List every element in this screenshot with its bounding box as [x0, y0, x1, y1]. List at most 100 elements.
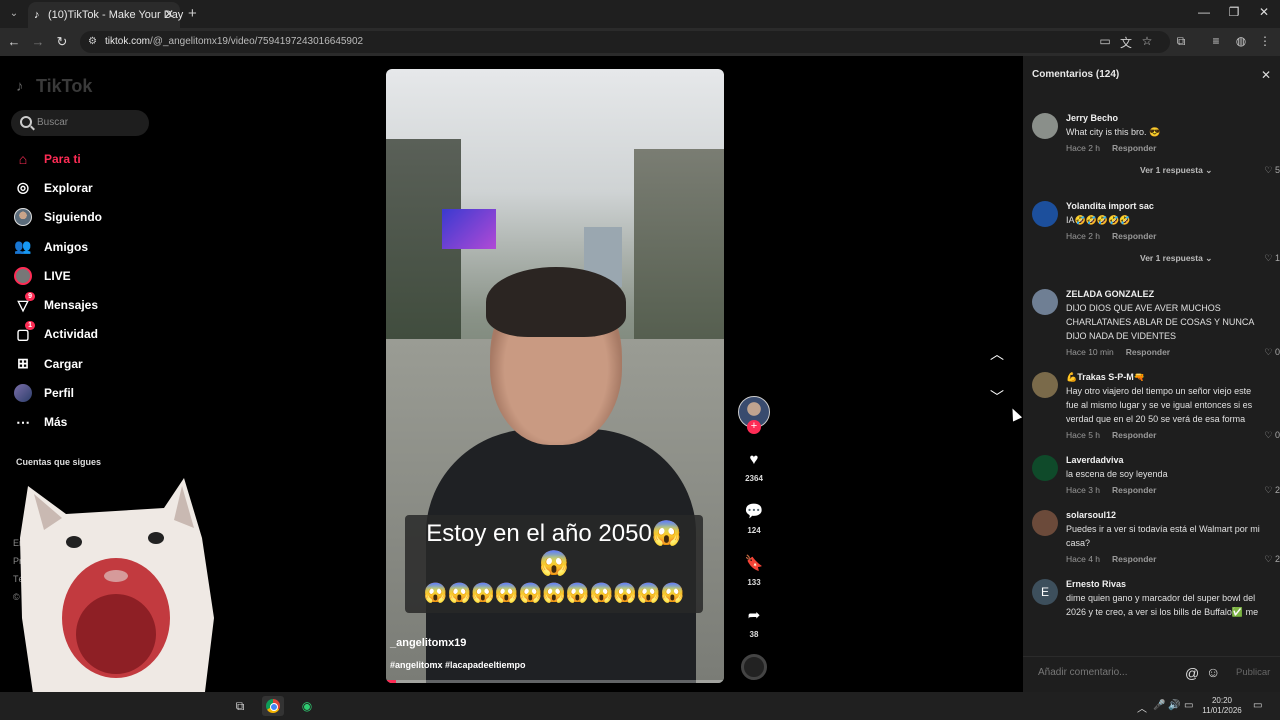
reply-button[interactable]: Responder: [1112, 484, 1156, 496]
commenter-name[interactable]: Laverdadviva: [1066, 454, 1272, 467]
previous-video-chevron-up-icon[interactable]: ︿: [986, 343, 1008, 365]
music-disc-icon[interactable]: [741, 654, 767, 680]
close-window-icon[interactable]: ✕: [1254, 5, 1274, 19]
reply-button[interactable]: Responder: [1112, 142, 1156, 154]
view-replies-button[interactable]: Ver 1 respuesta ⌄: [1066, 164, 1272, 176]
commenter-name[interactable]: Yolandita import sac: [1066, 200, 1272, 213]
network-icon[interactable]: ▭: [1184, 700, 1193, 711]
translate-icon[interactable]: 文: [1118, 34, 1134, 51]
video-scene: [634, 149, 724, 369]
video-person: [486, 267, 626, 337]
emoji-icon[interactable]: ☺: [1206, 664, 1220, 680]
close-comments-icon[interactable]: ✕: [1261, 68, 1271, 82]
reply-button[interactable]: Responder: [1126, 346, 1170, 358]
notifications-icon[interactable]: ▭: [1253, 700, 1262, 711]
sidebar-item-actividad[interactable]: ▢ 1 Actividad: [14, 320, 194, 349]
commenter-avatar[interactable]: [1032, 455, 1058, 481]
site-info-icon[interactable]: ⚙: [88, 36, 97, 47]
chrome-taskbar-icon[interactable]: [262, 696, 284, 716]
search-input[interactable]: Buscar: [11, 110, 149, 136]
commenter-avatar[interactable]: [1032, 201, 1058, 227]
commenter-avatar[interactable]: [1032, 289, 1058, 315]
following-accounts-title: Cuentas que sigues: [16, 457, 102, 467]
video-author-link[interactable]: _angelitomx19: [390, 637, 466, 649]
comments-title: Comentarios (124): [1032, 69, 1120, 80]
new-tab-icon[interactable]: +: [188, 5, 197, 22]
forward-icon[interactable]: →: [30, 34, 46, 49]
video-progress-bar[interactable]: [386, 680, 724, 683]
media-icon[interactable]: ≡: [1208, 34, 1224, 48]
comments-list[interactable]: Jerry Becho What city is this bro. 😎 Hac…: [1023, 110, 1280, 648]
save-button[interactable]: 🔖 133: [736, 554, 772, 587]
volume-icon[interactable]: 🔊: [1168, 700, 1180, 711]
comment-like-button[interactable]: ♡ 5: [1264, 165, 1280, 176]
browser-tab[interactable]: ♪ (10)TikTok - Make Your Day ✕: [28, 2, 183, 28]
close-tab-icon[interactable]: ✕: [164, 7, 174, 21]
sidebar-item-explorar[interactable]: ◎ Explorar: [14, 173, 194, 202]
sidebar-item-label: Perfil: [44, 386, 75, 401]
sidebar-item-label: Mensajes: [44, 298, 99, 313]
tiktok-logo[interactable]: ♪ TikTok: [16, 76, 92, 97]
commenter-name[interactable]: ZELADA GONZALEZ: [1066, 288, 1272, 301]
comment-like-button[interactable]: ♡ 1: [1264, 253, 1280, 264]
tab-search-icon[interactable]: ⌄: [6, 6, 22, 22]
comment-meta: Hace 2 h Responder: [1066, 230, 1272, 242]
reply-button[interactable]: Responder: [1112, 553, 1156, 565]
browser-toolbar: ← → ↻ ⚙ tiktok.com/@_angelitomx19/video/…: [0, 28, 1280, 56]
sidebar-item-live[interactable]: LIVE: [14, 261, 194, 290]
video-hashtags[interactable]: #angelitomx #lacapadeeltiempo: [390, 660, 526, 670]
profile-avatar-icon[interactable]: ◍: [1233, 34, 1249, 48]
comment-like-button[interactable]: ♡ 0: [1264, 430, 1280, 441]
mention-at-icon[interactable]: @: [1185, 665, 1199, 681]
commenter-avatar[interactable]: [1032, 113, 1058, 139]
commenter-name[interactable]: solarsoul12: [1066, 509, 1272, 522]
commenter-name[interactable]: Jerry Becho: [1066, 112, 1272, 125]
task-view-icon[interactable]: ⧉: [229, 696, 251, 716]
publish-button[interactable]: Publicar: [1236, 667, 1270, 678]
os-taskbar: ⧉ ◉ ︿ 🎤 🔊 ▭ 20:20 11/01/2026 ▭: [0, 692, 1280, 720]
friends-icon: 👥: [14, 238, 32, 255]
comment-input[interactable]: Añadir comentario... @ ☺ Publicar: [1023, 656, 1280, 692]
cast-icon[interactable]: ▭: [1097, 34, 1113, 48]
reply-button[interactable]: Responder: [1112, 429, 1156, 441]
comment-like-button[interactable]: ♡ 0: [1264, 347, 1280, 358]
commenter-name[interactable]: 💪Trakas S-P-M🔫: [1066, 371, 1272, 384]
system-clock[interactable]: 20:20 11/01/2026: [1200, 696, 1244, 716]
reply-button[interactable]: Responder: [1112, 230, 1156, 242]
comment-text: What city is this bro. 😎: [1066, 127, 1161, 137]
next-video-chevron-down-icon[interactable]: ﹀: [986, 386, 1008, 408]
minimize-icon[interactable]: —: [1194, 5, 1214, 19]
extensions-icon[interactable]: ⧉: [1173, 34, 1189, 49]
comment-like-button[interactable]: ♡ 2: [1264, 485, 1280, 496]
comment-like-button[interactable]: ♡ 2: [1264, 554, 1280, 565]
messages-badge: 9: [25, 292, 35, 302]
sidebar-item-perfil[interactable]: Perfil: [14, 378, 194, 407]
sidebar-item-amigos[interactable]: 👥 Amigos: [14, 232, 194, 261]
back-icon[interactable]: ←: [6, 34, 22, 49]
sidebar-item-mas[interactable]: ⋯ Más: [14, 408, 194, 437]
sidebar-item-para-ti[interactable]: ⌂ Para ti: [14, 144, 194, 173]
microphone-icon[interactable]: 🎤: [1153, 700, 1165, 711]
sidebar-item-cargar[interactable]: ⊞ Cargar: [14, 349, 194, 378]
follow-plus-icon[interactable]: +: [747, 420, 761, 434]
sidebar-item-mensajes[interactable]: ▽ 9 Mensajes: [14, 290, 194, 319]
comment-button[interactable]: 💬 124: [736, 502, 772, 535]
like-button[interactable]: ♥ 2364: [736, 450, 772, 483]
share-button[interactable]: ➦ 38: [736, 606, 772, 639]
menu-dots-icon[interactable]: ⋮: [1257, 34, 1273, 48]
comment-text: la escena de soy leyenda: [1066, 469, 1168, 479]
restore-icon[interactable]: ❐: [1224, 5, 1244, 19]
bookmark-star-icon[interactable]: ☆: [1139, 34, 1155, 48]
commenter-avatar[interactable]: [1032, 510, 1058, 536]
video-player[interactable]: Estoy en el año 2050😱😱 😱😱😱😱😱😱😱😱😱😱😱 _ange…: [386, 69, 724, 683]
view-replies-button[interactable]: Ver 1 respuesta ⌄: [1066, 252, 1272, 264]
reload-icon[interactable]: ↻: [54, 34, 70, 50]
app-taskbar-icon[interactable]: ◉: [296, 696, 318, 716]
commenter-avatar[interactable]: E: [1032, 579, 1058, 605]
tray-chevron-up-icon[interactable]: ︿: [1137, 700, 1147, 715]
sidebar-item-siguiendo[interactable]: Siguiendo: [14, 203, 194, 232]
commenter-name[interactable]: Ernesto Rivas: [1066, 578, 1272, 591]
clock-date: 11/01/2026: [1202, 706, 1242, 715]
address-bar[interactable]: ⚙ tiktok.com/@_angelitomx19/video/759419…: [80, 31, 1170, 53]
commenter-avatar[interactable]: [1032, 372, 1058, 398]
